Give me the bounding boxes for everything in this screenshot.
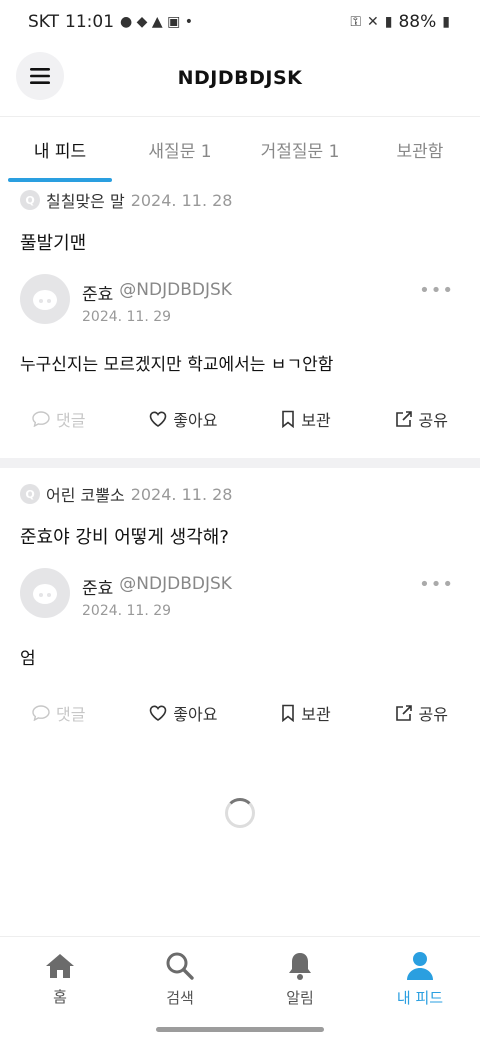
nav-search[interactable]: 검색 xyxy=(120,937,240,1021)
answer-meta: 준효 @NDJDBDJSK 2024. 11. 29 xyxy=(82,274,232,330)
card-divider xyxy=(0,458,480,468)
bookmark-button[interactable]: 보관 xyxy=(281,407,331,431)
bottom-nav-row: 홈 검색 알림 내 피드 xyxy=(0,937,480,1021)
share-label: 공유 xyxy=(418,411,448,430)
comment-icon xyxy=(32,411,50,427)
tab-my-feed[interactable]: 내 피드 xyxy=(0,117,120,182)
avatar[interactable] xyxy=(20,274,70,324)
app-header: NDJDBDJSK xyxy=(0,48,480,108)
question-badge-icon: Q xyxy=(20,484,40,504)
share-icon xyxy=(395,705,412,721)
tab-bar: 내 피드 새질문 1 거절질문 1 보관함 xyxy=(0,116,480,182)
more-options-icon[interactable]: ••• xyxy=(419,574,454,595)
nav-notifications[interactable]: 알림 xyxy=(240,937,360,1021)
bookmark-icon xyxy=(282,704,295,722)
comment-label: 댓글 xyxy=(56,705,86,724)
answer-header: 준효 @NDJDBDJSK 2024. 11. 29 ••• xyxy=(20,568,460,624)
answer-name: 준효 xyxy=(82,578,114,599)
heart-icon xyxy=(149,705,167,721)
question-author: 어린 코뿔소 xyxy=(46,486,125,505)
answer-name-line: 준효 @NDJDBDJSK xyxy=(82,280,232,305)
battery-level: 88% xyxy=(398,12,437,32)
question-meta: Q 칠칠맞은 말 2024. 11. 28 xyxy=(20,182,460,218)
bottom-nav: 홈 검색 알림 내 피드 xyxy=(0,936,480,1040)
bell-icon xyxy=(289,952,311,980)
carrier: SKT xyxy=(28,12,60,32)
nav-home[interactable]: 홈 xyxy=(0,937,120,1021)
more-options-icon[interactable]: ••• xyxy=(419,280,454,301)
comment-button[interactable]: 댓글 xyxy=(32,701,85,725)
default-avatar-icon xyxy=(33,584,57,604)
tab-new-questions[interactable]: 새질문 1 xyxy=(120,117,240,182)
tab-rejected-questions[interactable]: 거절질문 1 xyxy=(240,117,360,182)
mute-icon: ✕ xyxy=(367,14,379,30)
question-meta: Q 어린 코뿔소 2024. 11. 28 xyxy=(20,476,460,512)
clock: 11:01 xyxy=(65,12,115,32)
nav-my-feed-label: 내 피드 xyxy=(396,988,444,1007)
answer-date: 2024. 11. 29 xyxy=(82,308,172,325)
signal-icon: ▮ xyxy=(384,14,393,30)
nav-search-label: 검색 xyxy=(166,988,194,1007)
comment-icon xyxy=(32,705,50,721)
status-right: ⚿ ✕ ▮ 88% ▮ xyxy=(350,12,450,32)
bookmark-label: 보관 xyxy=(301,705,331,724)
bookmark-icon xyxy=(282,410,295,428)
question-text[interactable]: 준효야 강비 어떻게 생각해? xyxy=(20,518,460,554)
person-icon xyxy=(407,951,433,980)
page-title: NDJDBDJSK xyxy=(177,67,303,89)
default-avatar-icon xyxy=(33,290,57,310)
feed: Q 칠칠맞은 말 2024. 11. 28 풀발기맨 준효 @NDJDBDJSK… xyxy=(0,182,480,742)
action-bar: 댓글 좋아요 보관 공유 xyxy=(20,684,460,742)
answer-handle: @NDJDBDJSK xyxy=(119,279,232,300)
answer-date: 2024. 11. 29 xyxy=(82,602,172,619)
like-label: 좋아요 xyxy=(173,411,218,430)
question-date: 2024. 11. 28 xyxy=(130,190,233,210)
share-icon xyxy=(395,411,412,427)
like-label: 좋아요 xyxy=(173,705,218,724)
heart-icon xyxy=(149,411,167,427)
share-button[interactable]: 공유 xyxy=(395,407,448,431)
key-icon: ⚿ xyxy=(350,14,362,30)
loading-spinner-icon xyxy=(225,798,255,828)
feed-card: Q 어린 코뿔소 2024. 11. 28 준효야 강비 어떻게 생각해? 준효… xyxy=(0,476,480,742)
share-button[interactable]: 공유 xyxy=(395,701,448,725)
answer-text: 엄 xyxy=(20,648,36,669)
comment-label: 댓글 xyxy=(56,411,86,430)
search-icon xyxy=(166,952,194,980)
like-button[interactable]: 좋아요 xyxy=(149,407,217,431)
notification-icons: ● ◆ ▲ ▣ • xyxy=(120,14,194,30)
answer-handle: @NDJDBDJSK xyxy=(119,573,232,594)
battery-icon: ▮ xyxy=(442,14,450,30)
feed-card: Q 칠칠맞은 말 2024. 11. 28 풀발기맨 준효 @NDJDBDJSK… xyxy=(0,182,480,448)
question-date: 2024. 11. 28 xyxy=(130,484,233,504)
share-label: 공유 xyxy=(418,705,448,724)
question-badge-icon: Q xyxy=(20,190,40,210)
bookmark-button[interactable]: 보관 xyxy=(281,701,331,725)
answer-header: 준효 @NDJDBDJSK 2024. 11. 29 ••• xyxy=(20,274,460,330)
status-bar: SKT 11:01 ● ◆ ▲ ▣ • ⚿ ✕ ▮ 88% ▮ xyxy=(0,0,480,44)
answer-meta: 준효 @NDJDBDJSK 2024. 11. 29 xyxy=(82,568,232,624)
answer-name: 준효 xyxy=(82,284,114,305)
bookmark-label: 보관 xyxy=(301,411,331,430)
action-bar: 댓글 좋아요 보관 공유 xyxy=(20,390,460,448)
nav-home-label: 홈 xyxy=(53,987,67,1006)
like-button[interactable]: 좋아요 xyxy=(149,701,217,725)
status-left: SKT 11:01 ● ◆ ▲ ▣ • xyxy=(28,12,193,32)
home-icon xyxy=(46,953,74,978)
nav-my-feed[interactable]: 내 피드 xyxy=(360,937,480,1021)
nav-notifications-label: 알림 xyxy=(286,988,314,1007)
tab-archive[interactable]: 보관함 xyxy=(360,117,480,182)
question-author: 칠칠맞은 말 xyxy=(46,192,125,211)
answer-text: 누구신지는 모르겠지만 학교에서는 ㅂㄱ안함 xyxy=(20,354,334,375)
answer-name-line: 준효 @NDJDBDJSK xyxy=(82,574,232,599)
hamburger-icon xyxy=(30,68,50,84)
menu-button[interactable] xyxy=(16,52,64,100)
comment-button[interactable]: 댓글 xyxy=(32,407,85,431)
home-indicator[interactable] xyxy=(156,1027,324,1032)
avatar[interactable] xyxy=(20,568,70,618)
question-text[interactable]: 풀발기맨 xyxy=(20,224,460,260)
